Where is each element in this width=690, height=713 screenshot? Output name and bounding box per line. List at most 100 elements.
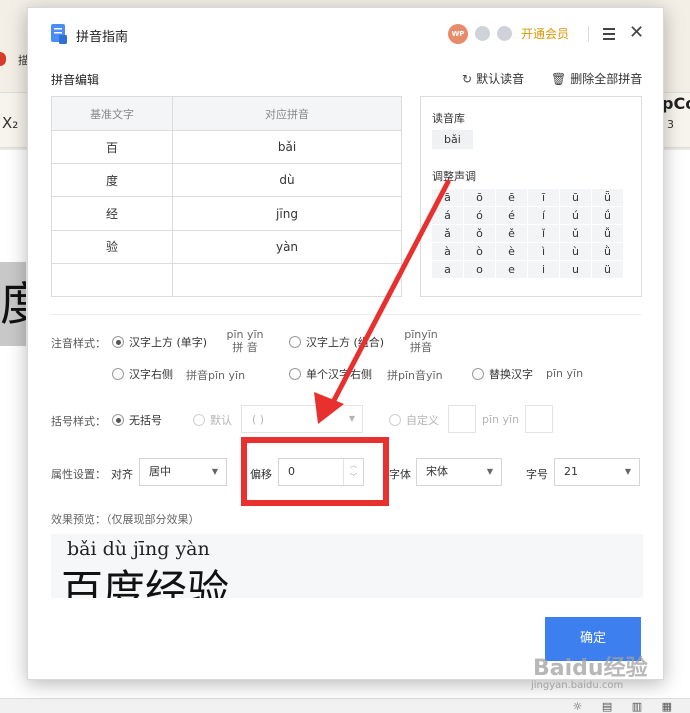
tone-cell[interactable]: ú	[560, 207, 591, 224]
option-label: 汉字上方 (单字)	[129, 336, 208, 349]
tone-cell[interactable]: é	[496, 207, 527, 224]
column-header: 对应拼音	[172, 95, 402, 132]
document-selected-text[interactable]: 度	[0, 262, 26, 346]
hint-replace: pīn yīn	[546, 367, 584, 380]
tone-cell[interactable]: ě	[496, 225, 527, 242]
tone-cell[interactable]: ī	[528, 189, 559, 206]
hint-pinyin: pīn yīn	[226, 328, 264, 341]
library-title: 读音库	[432, 112, 465, 125]
tone-cell[interactable]: ū	[560, 189, 591, 206]
tone-cell[interactable]: í	[528, 207, 559, 224]
trash-icon: 🗑	[551, 72, 567, 86]
font-select[interactable]: 宋体 ▼	[416, 458, 502, 486]
pinyin-cell[interactable]: bǎi	[172, 130, 402, 165]
radio-no-bracket[interactable]: 无括号	[112, 412, 162, 428]
radio-checked-icon	[112, 414, 124, 426]
vip-badge-icon	[497, 26, 512, 41]
tone-cell[interactable]: e	[496, 261, 527, 278]
tone-cell[interactable]: ó	[464, 207, 495, 224]
status-bar-icons[interactable]: ☼ ▤ ▥ ▦	[572, 700, 680, 713]
section-title: 拼音编辑	[51, 73, 100, 87]
radio-default-bracket[interactable]: 默认	[193, 412, 232, 428]
radio-right-side[interactable]: 汉字右侧	[112, 366, 173, 382]
custom-bracket-hint: pīn yīn	[482, 413, 520, 426]
hint-right-side: 拼音pīn yīn	[186, 369, 246, 382]
base-char-cell[interactable]: 验	[51, 229, 173, 264]
chevron-down-icon: ▼	[211, 467, 218, 476]
tone-cell[interactable]: ò	[464, 243, 495, 260]
base-char-cell[interactable]: 经	[51, 196, 173, 231]
base-char-cell[interactable]	[51, 262, 173, 298]
tone-cell[interactable]: i	[528, 261, 559, 278]
tone-cell[interactable]: ǔ	[560, 225, 591, 242]
annotation-arrow	[314, 179, 451, 424]
tone-cell[interactable]: ì	[528, 243, 559, 260]
preview-label: 效果预览：（仅展现部分效果）	[51, 513, 200, 526]
tone-cell[interactable]: ǖ	[592, 189, 623, 206]
preview-pinyin: bǎi dù jīng yàn	[67, 538, 210, 560]
member-badge-icon	[475, 26, 490, 41]
bracket-style-label: 括号样式：	[51, 415, 106, 428]
header-divider	[588, 26, 589, 42]
tone-cell[interactable]: ē	[496, 189, 527, 206]
radio-above-single[interactable]: 汉字上方 (单字)	[112, 334, 207, 350]
tone-cell[interactable]: ǒ	[464, 225, 495, 242]
menu-icon[interactable]	[603, 28, 615, 40]
size-value: 21	[564, 465, 578, 478]
watermark-logo: Baidu经验	[533, 656, 648, 681]
font-value: 宋体	[426, 465, 448, 478]
chevron-down-icon: ▼	[624, 467, 631, 476]
radio-icon	[112, 368, 124, 380]
custom-right-bracket-input[interactable]	[525, 405, 553, 433]
chevron-down-icon: ▼	[486, 467, 493, 476]
tone-cell[interactable]: ǚ	[592, 225, 623, 242]
align-value: 居中	[149, 465, 171, 478]
tone-cell[interactable]: è	[496, 243, 527, 260]
option-label: 无括号	[129, 414, 162, 427]
tone-grid: āōēīūǖáóéíúǘǎǒěǐǔǚàòèìùǜaoeiuü	[432, 189, 623, 278]
attribute-label: 属性设置：	[51, 468, 106, 481]
align-select[interactable]: 居中 ▼	[139, 458, 227, 486]
subscript-button[interactable]: X₂	[2, 114, 18, 132]
default-reading-button[interactable]: ↻ 默认读音	[462, 70, 524, 87]
tone-cell[interactable]: ǘ	[592, 207, 623, 224]
tone-cell[interactable]: o	[464, 261, 495, 278]
font-label: 字体	[389, 468, 411, 481]
option-label: 默认	[210, 414, 232, 427]
tone-cell[interactable]: ǐ	[528, 225, 559, 242]
avatar[interactable]: WP	[448, 24, 468, 44]
radio-icon	[472, 368, 484, 380]
tone-cell[interactable]: ù	[560, 243, 591, 260]
hint-hanzi: 拼 音	[232, 341, 258, 354]
pinyin-app-icon	[51, 24, 67, 44]
table-row[interactable]: 百 bǎi	[51, 130, 402, 165]
default-reading-label: 默认读音	[476, 72, 525, 86]
delete-all-label: 删除全部拼音	[570, 72, 643, 86]
tone-cell[interactable]: ǜ	[592, 243, 623, 260]
preview-area: bǎi dù jīng yàn 百度经验	[51, 534, 643, 598]
base-char-cell[interactable]: 百	[51, 130, 173, 165]
dialog-header: 拼音指南 WP 开通会员 ✕	[28, 8, 663, 60]
tone-cell[interactable]: u	[560, 261, 591, 278]
highlight-box	[241, 437, 389, 506]
tone-cell[interactable]: ü	[592, 261, 623, 278]
open-vip-link[interactable]: 开通会员	[521, 25, 569, 42]
radio-replace[interactable]: 替换汉字	[472, 366, 533, 382]
watermark-url: jingyan.baidu.com	[531, 680, 624, 691]
radio-checked-icon	[112, 336, 124, 348]
column-header: 基准文字	[51, 95, 173, 132]
align-label: 对齐	[111, 468, 133, 481]
tone-cell[interactable]: ō	[464, 189, 495, 206]
pronunciation-chip[interactable]: bǎi	[432, 130, 473, 149]
annotation-style-label: 注音样式：	[51, 337, 106, 350]
close-icon[interactable]: ✕	[629, 22, 644, 44]
size-label: 字号	[526, 468, 548, 481]
default-bracket-value: ( )	[252, 413, 265, 426]
ribbon-style-preview[interactable]: pCo	[662, 94, 690, 113]
base-char-cell[interactable]: 度	[51, 163, 173, 198]
delete-all-pinyin-button[interactable]: 🗑 删除全部拼音	[551, 70, 642, 87]
size-select[interactable]: 21 ▼	[554, 458, 640, 486]
table-header-row: 基准文字 对应拼音	[51, 95, 402, 132]
option-label: 替换汉字	[489, 368, 533, 381]
option-label: 汉字右侧	[129, 368, 173, 381]
